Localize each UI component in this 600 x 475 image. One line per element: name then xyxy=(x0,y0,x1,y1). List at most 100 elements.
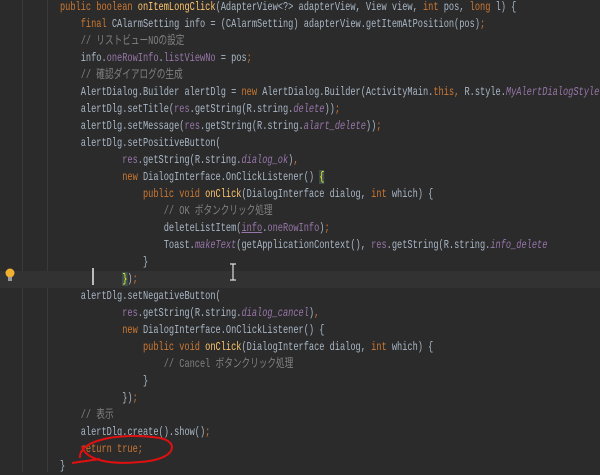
code-token: listViewNo xyxy=(163,51,216,65)
code-line[interactable]: alertDlg.setNegativeButton( xyxy=(0,288,600,305)
code-token: dialog_ok xyxy=(241,153,289,167)
code-token: which) { xyxy=(391,187,434,201)
code-token: } xyxy=(142,374,149,388)
code-line[interactable]: } xyxy=(0,373,600,390)
code-token: R.style. xyxy=(464,85,506,99)
code-editor[interactable]: public boolean onItemLongClick(AdapterVi… xyxy=(0,0,600,475)
code-line[interactable]: public void onClick(DialogInterface dial… xyxy=(0,186,600,203)
code-line[interactable]: alertDlg.create().show(); xyxy=(0,424,600,441)
code-token: AlertDialog.Builder(ActivityMain. xyxy=(262,85,434,99)
code-line[interactable]: AlertDialog.Builder alertDlg = new Alert… xyxy=(0,84,600,101)
code-line-content: // リストビューNOの設定 xyxy=(60,33,185,50)
code-line[interactable]: // OK ボタンクリック処理 xyxy=(0,203,600,220)
code-token: long xyxy=(469,0,496,14)
code-token: alertDlg.setNegativeButton( xyxy=(80,289,221,303)
code-line-content: new DialogInterface.OnClickListener() { xyxy=(60,322,324,339)
code-line[interactable]: new DialogInterface.OnClickListener() { xyxy=(0,322,600,339)
code-token: .getString(R.string. xyxy=(200,119,304,133)
code-line[interactable]: return true; xyxy=(0,441,600,458)
code-token: (getApplicationContext(), xyxy=(236,238,372,252)
code-line[interactable]: info.oneRowInfo.listViewNo = pos; xyxy=(0,50,600,67)
code-token: alertDlg.setMessage( xyxy=(80,119,185,133)
code-token: DialogInterface.OnClickListener() xyxy=(142,170,320,184)
code-token: new xyxy=(241,85,263,99)
code-token: Toast. xyxy=(163,238,195,252)
code-line-content: AlertDialog.Builder alertDlg = new Alert… xyxy=(60,84,600,101)
code-token: public void xyxy=(142,187,206,201)
code-token: alertDlg.create().show() xyxy=(80,425,206,439)
code-token: , xyxy=(314,306,320,320)
code-line[interactable]: new DialogInterface.OnClickListener() { xyxy=(0,169,600,186)
code-line[interactable]: // Cancel ボタンクリック処理 xyxy=(0,356,600,373)
code-token: ; xyxy=(324,221,330,235)
code-token: // 表示 xyxy=(80,408,114,422)
code-token: // 確認ダイアログの生成 xyxy=(80,68,183,82)
code-token: { xyxy=(319,170,325,184)
code-token: = pos xyxy=(215,51,247,65)
code-token: oneRowInfo xyxy=(106,51,159,65)
code-line-content: alertDlg.setMessage(res.getString(R.stri… xyxy=(60,118,382,135)
code-line-content: final CAlarmSetting info = (CAlarmSettin… xyxy=(60,16,485,33)
code-token: new xyxy=(122,170,143,184)
code-line[interactable]: // 確認ダイアログの生成 xyxy=(0,67,600,84)
code-line[interactable]: } xyxy=(0,254,600,271)
code-token: oneRowInfo xyxy=(267,221,320,235)
code-token: (AdapterView<?> adapterView, View view, xyxy=(215,0,423,14)
code-token: res xyxy=(122,153,138,167)
code-token: res xyxy=(174,102,190,116)
code-token: dialog_cancel xyxy=(241,306,309,320)
code-line[interactable]: } xyxy=(0,458,600,475)
code-line[interactable]: alertDlg.setTitle(res.getString(R.string… xyxy=(0,101,600,118)
code-line[interactable]: res.getString(R.string.dialog_cancel), xyxy=(0,305,600,322)
code-line-content: alertDlg.setTitle(res.getString(R.string… xyxy=(60,101,340,118)
code-token: ; xyxy=(132,272,138,286)
code-line[interactable]: deleteListItem(info.oneRowInfo); xyxy=(0,220,600,237)
code-line[interactable]: Toast.makeText(getApplicationContext(), … xyxy=(0,237,600,254)
code-token: ; xyxy=(132,391,138,405)
code-line[interactable]: res.getString(R.string.dialog_ok), xyxy=(0,152,600,169)
code-token: .getString(R.string. xyxy=(137,153,242,167)
mouse-ibeam-cursor-icon xyxy=(230,263,236,281)
code-line-content: } xyxy=(60,458,65,475)
code-token: ; xyxy=(376,119,382,133)
code-token: final xyxy=(80,17,112,31)
code-token: .getString(R.string. xyxy=(137,306,242,320)
code-line[interactable]: // リストビューNOの設定 xyxy=(0,33,600,50)
code-line-content: // Cancel ボタンクリック処理 xyxy=(60,356,294,373)
code-line[interactable]: final CAlarmSetting info = (CAlarmSettin… xyxy=(0,16,600,33)
code-token: }) xyxy=(122,391,133,405)
code-token: info xyxy=(241,221,263,235)
code-token: alertDlg.setPositiveButton( xyxy=(80,136,221,150)
code-line[interactable]: }); xyxy=(0,271,600,288)
code-line-content: } xyxy=(60,254,148,271)
lightbulb-icon[interactable] xyxy=(5,268,15,282)
code-line-content: deleteListItem(info.oneRowInfo); xyxy=(60,220,330,237)
code-line[interactable]: public boolean onItemLongClick(AdapterVi… xyxy=(0,0,600,16)
code-token: ; xyxy=(479,17,486,31)
code-line[interactable]: }); xyxy=(0,390,600,407)
code-token: this, xyxy=(433,85,465,99)
code-line[interactable]: // 表示 xyxy=(0,407,600,424)
code-token: alertDlg.setTitle( xyxy=(80,102,175,116)
code-token: )) xyxy=(365,119,377,133)
code-token: which) { xyxy=(391,340,434,354)
code-token: // リストビューNOの設定 xyxy=(80,34,185,48)
code-line[interactable]: alertDlg.setPositiveButton( xyxy=(0,135,600,152)
code-line[interactable]: public void onClick(DialogInterface dial… xyxy=(0,339,600,356)
code-line[interactable]: alertDlg.setMessage(res.getString(R.stri… xyxy=(0,118,600,135)
